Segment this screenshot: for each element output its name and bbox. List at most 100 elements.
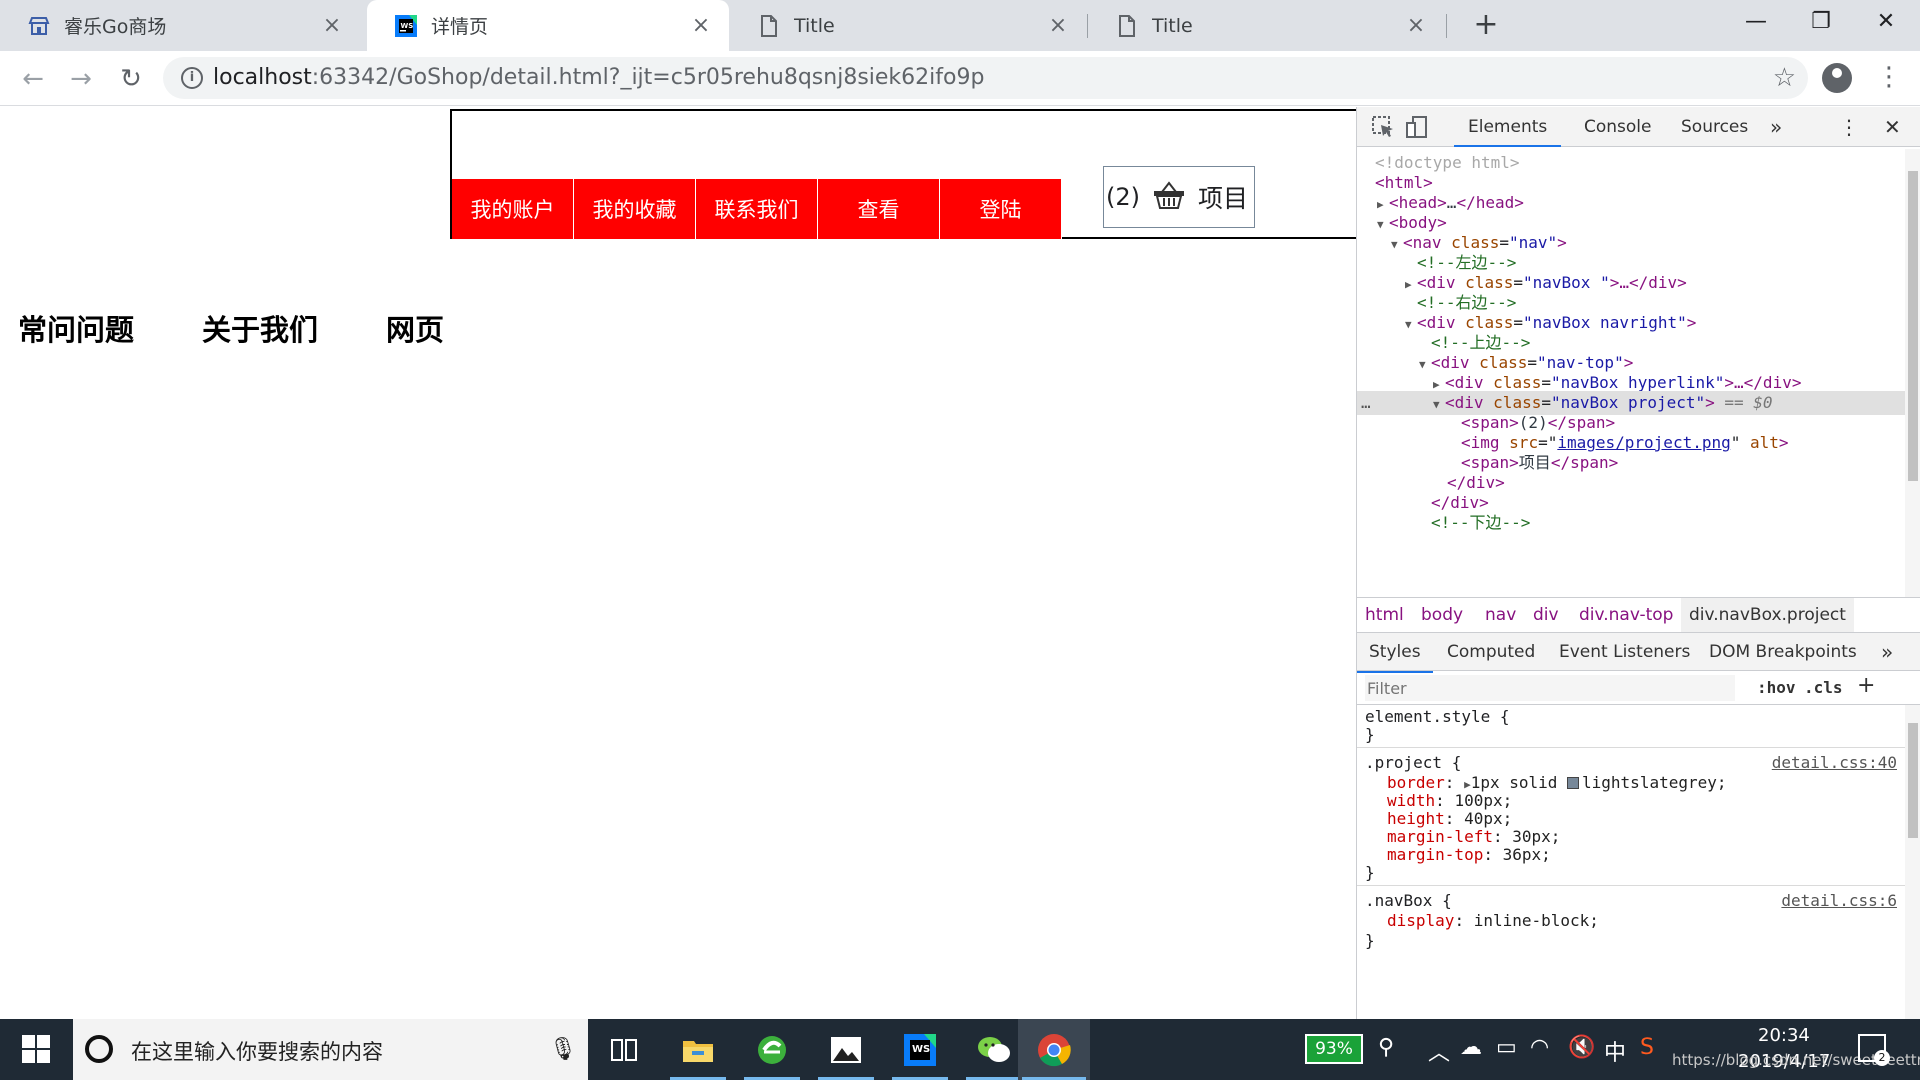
link-view[interactable]: 查看 (818, 179, 940, 239)
crumb-html[interactable]: html (1365, 598, 1404, 632)
css-declaration[interactable]: height: 40px; (1387, 809, 1512, 829)
source-link[interactable]: detail.css:40 (1772, 753, 1897, 773)
css-declaration[interactable]: display: inline-block; (1387, 911, 1599, 931)
wifi-icon[interactable]: ◠ (1530, 1035, 1549, 1060)
more-tabs-icon[interactable]: » (1881, 633, 1893, 671)
reload-button[interactable]: ↻ (112, 60, 150, 98)
tab-dom-breakpoints[interactable]: DOM Breakpoints (1709, 633, 1857, 671)
devtools-menu-icon[interactable]: ⋮ (1839, 107, 1859, 147)
crumb-div[interactable]: div (1533, 598, 1559, 632)
minimize-button[interactable]: — (1724, 0, 1788, 44)
cortana-icon[interactable] (85, 1035, 113, 1063)
tag-bracket: > (1609, 273, 1620, 292)
link-my-account[interactable]: 我的账户 (452, 179, 574, 239)
volume-mute-icon[interactable]: 🔇 (1568, 1035, 1595, 1060)
link-webpage[interactable]: 网页 (386, 307, 444, 349)
close-devtools-icon[interactable]: ✕ (1884, 107, 1901, 147)
search-placeholder: 在这里输入你要搜索的内容 (131, 1040, 383, 1064)
tab-sources[interactable]: Sources (1681, 107, 1748, 147)
css-declaration[interactable]: width: 100px; (1387, 791, 1512, 811)
source-link[interactable]: detail.css:6 (1781, 891, 1897, 911)
close-icon[interactable]: × (1048, 14, 1068, 36)
tab-console[interactable]: Console (1584, 107, 1652, 147)
css-declaration[interactable]: margin-top: 36px; (1387, 845, 1551, 865)
clock-time[interactable]: 20:34 (1758, 1025, 1810, 1046)
dom-scrollbar[interactable] (1905, 149, 1920, 597)
styles-filter-input[interactable] (1365, 675, 1735, 701)
close-icon[interactable]: × (691, 14, 711, 36)
rule-selector[interactable]: element.style { (1365, 707, 1510, 727)
tab-computed[interactable]: Computed (1447, 633, 1535, 671)
photos-icon[interactable] (814, 1019, 878, 1080)
cls-toggle[interactable]: .cls (1804, 678, 1843, 697)
forward-button[interactable]: → (62, 60, 100, 98)
dom-node[interactable]: <!--下边--> (1357, 511, 1905, 535)
webstorm-icon[interactable]: WS (888, 1019, 952, 1080)
close-window-button[interactable]: ✕ (1854, 0, 1918, 44)
more-tabs-icon[interactable]: » (1770, 107, 1782, 147)
styles-pane[interactable]: element.style { } .project { detail.css:… (1357, 705, 1905, 1019)
rule-selector[interactable]: .project { (1365, 753, 1461, 773)
back-button[interactable]: ← (14, 60, 52, 98)
input-method-indicator[interactable]: 中 (1604, 1035, 1626, 1067)
tab-elements[interactable]: Elements (1454, 107, 1562, 147)
hov-toggle[interactable]: :hov (1757, 678, 1796, 697)
project-cart-box[interactable]: (2) 项目 (1103, 166, 1255, 228)
link-contact-us[interactable]: 联系我们 (696, 179, 818, 239)
people-icon[interactable]: ⚲ (1378, 1035, 1394, 1060)
tab-title-2[interactable]: Title × (1088, 0, 1444, 51)
new-rule-button[interactable]: + (1857, 673, 1875, 698)
rule-selector[interactable]: .navBox { (1365, 891, 1452, 911)
browser-app-icon[interactable] (740, 1019, 804, 1080)
sogou-ime-icon[interactable]: S (1640, 1035, 1654, 1060)
styles-scrollbar[interactable] (1905, 705, 1920, 1019)
link-my-favorites[interactable]: 我的收藏 (574, 179, 696, 239)
wechat-icon[interactable] (962, 1019, 1026, 1080)
battery-icon[interactable]: ▭ (1496, 1035, 1517, 1060)
css-declaration[interactable]: margin-left: 30px; (1387, 827, 1560, 847)
tray-chevron-up-icon[interactable]: ︿ (1428, 1035, 1450, 1067)
tab-title-1[interactable]: Title × (730, 0, 1086, 51)
notification-center-icon[interactable]: 2 (1858, 1034, 1890, 1066)
profile-avatar-icon[interactable] (1822, 63, 1852, 93)
link-about-us[interactable]: 关于我们 (202, 307, 318, 349)
new-tab-button[interactable]: + (1468, 8, 1504, 44)
link-login[interactable]: 登陆 (940, 179, 1062, 239)
microphone-icon[interactable]: 🎙 (549, 1037, 577, 1062)
css-declaration[interactable]: border: ▶1px solid lightslategrey; (1387, 773, 1727, 793)
file-explorer-icon[interactable] (666, 1019, 730, 1080)
info-icon[interactable]: i (181, 67, 203, 89)
close-icon[interactable]: × (1406, 14, 1426, 36)
tab-styles[interactable]: Styles (1357, 633, 1433, 673)
bookmark-star-icon[interactable]: ☆ (1773, 63, 1796, 93)
tab-detail[interactable]: WS 详情页 × (367, 0, 729, 51)
taskbar-search-box[interactable]: 在这里输入你要搜索的内容 🎙 (73, 1019, 588, 1080)
close-icon[interactable]: × (322, 14, 342, 36)
link-faq[interactable]: 常问问题 (18, 307, 134, 349)
tab-store[interactable]: 睿乐Go商场 × (0, 0, 360, 51)
color-swatch[interactable] (1567, 777, 1580, 789)
restore-button[interactable]: ❐ (1789, 0, 1853, 44)
scrollbar-thumb[interactable] (1908, 723, 1918, 838)
src-link[interactable]: images/project.png (1557, 433, 1730, 452)
browser-menu-icon[interactable]: ⋮ (1876, 60, 1902, 94)
chrome-icon[interactable] (1018, 1019, 1090, 1080)
task-view-icon[interactable] (592, 1019, 656, 1080)
url-text[interactable]: localhost:63342/GoShop/detail.html?_ijt=… (213, 65, 984, 90)
crumb-project[interactable]: div.navBox.project (1681, 598, 1854, 632)
tab-event-listeners[interactable]: Event Listeners (1559, 633, 1690, 671)
attr-name: class (1493, 393, 1542, 412)
inspect-element-icon[interactable] (1371, 115, 1395, 139)
device-toolbar-icon[interactable] (1405, 115, 1429, 139)
address-bar[interactable]: i localhost:63342/GoShop/detail.html?_ij… (163, 57, 1808, 99)
prop-value: 1px solid (1470, 773, 1568, 792)
scrollbar-thumb[interactable] (1908, 171, 1918, 481)
windows-start-icon[interactable] (22, 1035, 50, 1063)
expand-arrow-icon[interactable]: ▶ (1464, 778, 1471, 791)
dom-tree[interactable]: <!doctype html> <html> ▶ <head>…</head> ▼… (1357, 149, 1905, 597)
battery-indicator[interactable]: 93% (1305, 1034, 1363, 1064)
crumb-nav-top[interactable]: div.nav-top (1579, 598, 1673, 632)
crumb-body[interactable]: body (1421, 598, 1463, 632)
crumb-nav[interactable]: nav (1485, 598, 1516, 632)
onedrive-cloud-icon[interactable]: ☁ (1460, 1035, 1482, 1060)
